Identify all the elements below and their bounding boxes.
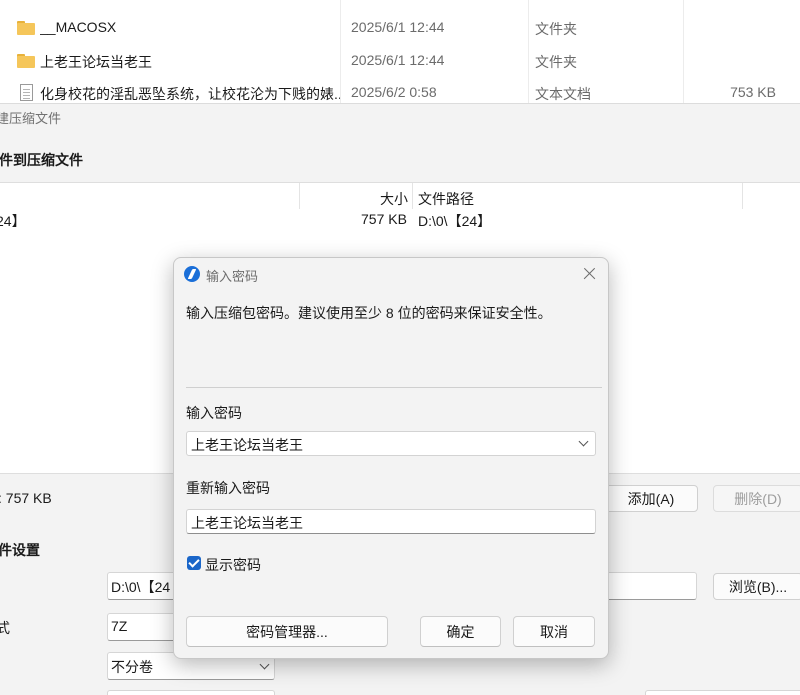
split-value: 不分卷 — [111, 659, 153, 675]
column-header-path[interactable]: 文件路径 — [418, 189, 474, 209]
file-row-textfile[interactable]: 化身校花的淫乱恶坠系统，让校花沦为下贱的婊... 2025/6/2 0:58 文… — [0, 76, 800, 104]
ok-button[interactable]: 确定 — [420, 616, 501, 647]
file-name: 上老王论坛当老王 — [40, 54, 152, 70]
close-icon[interactable] — [580, 264, 600, 284]
format-label: 式 — [0, 620, 10, 636]
settings-heading: 件设置 — [0, 542, 40, 558]
delete-button[interactable]: 删除(D) — [713, 485, 800, 512]
column-separator[interactable] — [742, 183, 743, 209]
file-date: 2025/6/1 12:44 — [351, 52, 445, 68]
app-logo-icon — [184, 266, 200, 282]
confirm-password-value: 上老王论坛当老王 — [191, 515, 303, 531]
password-combobox[interactable]: 上老王论坛当老王 — [186, 431, 596, 456]
extra-input[interactable] — [645, 690, 800, 695]
section-heading: 件到压缩文件 — [0, 152, 83, 168]
show-password-label[interactable]: 显示密码 — [205, 555, 261, 575]
dialog-description: 输入压缩包密码。建议使用至少 8 位的密码来保证安全性。 — [186, 305, 552, 321]
divider — [186, 387, 602, 388]
confirm-password-input[interactable]: 上老王论坛当老王 — [186, 509, 596, 534]
format-value: 7Z — [111, 618, 128, 634]
password-manager-button[interactable]: 密码管理器... — [186, 616, 388, 647]
chevron-down-icon — [259, 659, 270, 670]
column-separator[interactable] — [299, 183, 300, 209]
file-row-folder[interactable]: 上老王论坛当老王 2025/6/1 12:44 文件夹 — [0, 44, 800, 76]
output-path-value: D:\0\【24 — [111, 579, 171, 595]
folder-icon — [17, 54, 35, 68]
cancel-button[interactable]: 取消 — [513, 616, 595, 647]
file-type: 文本文档 — [535, 86, 591, 102]
file-type: 文件夹 — [535, 54, 577, 70]
text-document-icon — [20, 84, 33, 101]
show-password-checkbox[interactable] — [187, 556, 201, 570]
file-date: 2025/6/1 12:44 — [351, 19, 445, 35]
dialog-title: 输入密码 — [206, 269, 259, 284]
browse-button[interactable]: 浏览(B)... — [713, 573, 800, 600]
add-button[interactable]: 添加(A) — [604, 485, 698, 512]
window-title: 建压缩文件 — [0, 111, 62, 126]
confirm-password-label: 重新输入密码 — [186, 480, 270, 496]
file-size: 753 KB — [730, 84, 776, 100]
table-row-name[interactable]: 24】 — [0, 211, 26, 231]
password-value: 上老王论坛当老王 — [191, 437, 303, 453]
table-row-size: 757 KB — [361, 211, 407, 227]
file-date: 2025/6/2 0:58 — [351, 84, 437, 100]
column-header-size[interactable]: 大小 — [380, 189, 408, 209]
file-list: __MACOSX 2025/6/1 12:44 文件夹 上老王论坛当老王 202… — [0, 0, 800, 104]
file-name: __MACOSX — [40, 19, 117, 35]
folder-icon — [17, 21, 35, 35]
table-row-path: D:\0\【24】 — [418, 213, 492, 229]
file-type: 文件夹 — [535, 21, 577, 37]
file-name: 化身校花的淫乱恶坠系统，让校花沦为下贱的婊... — [40, 86, 340, 102]
file-row-macosx[interactable]: __MACOSX 2025/6/1 12:44 文件夹 — [0, 11, 800, 43]
password-dialog: 输入密码 输入压缩包密码。建议使用至少 8 位的密码来保证安全性。 输入密码 上… — [173, 257, 609, 659]
total-size: : 757 KB — [0, 490, 52, 506]
extra-select[interactable] — [107, 690, 275, 695]
column-separator[interactable] — [412, 183, 413, 209]
password-label: 输入密码 — [186, 405, 242, 421]
chevron-down-icon[interactable] — [578, 436, 589, 447]
